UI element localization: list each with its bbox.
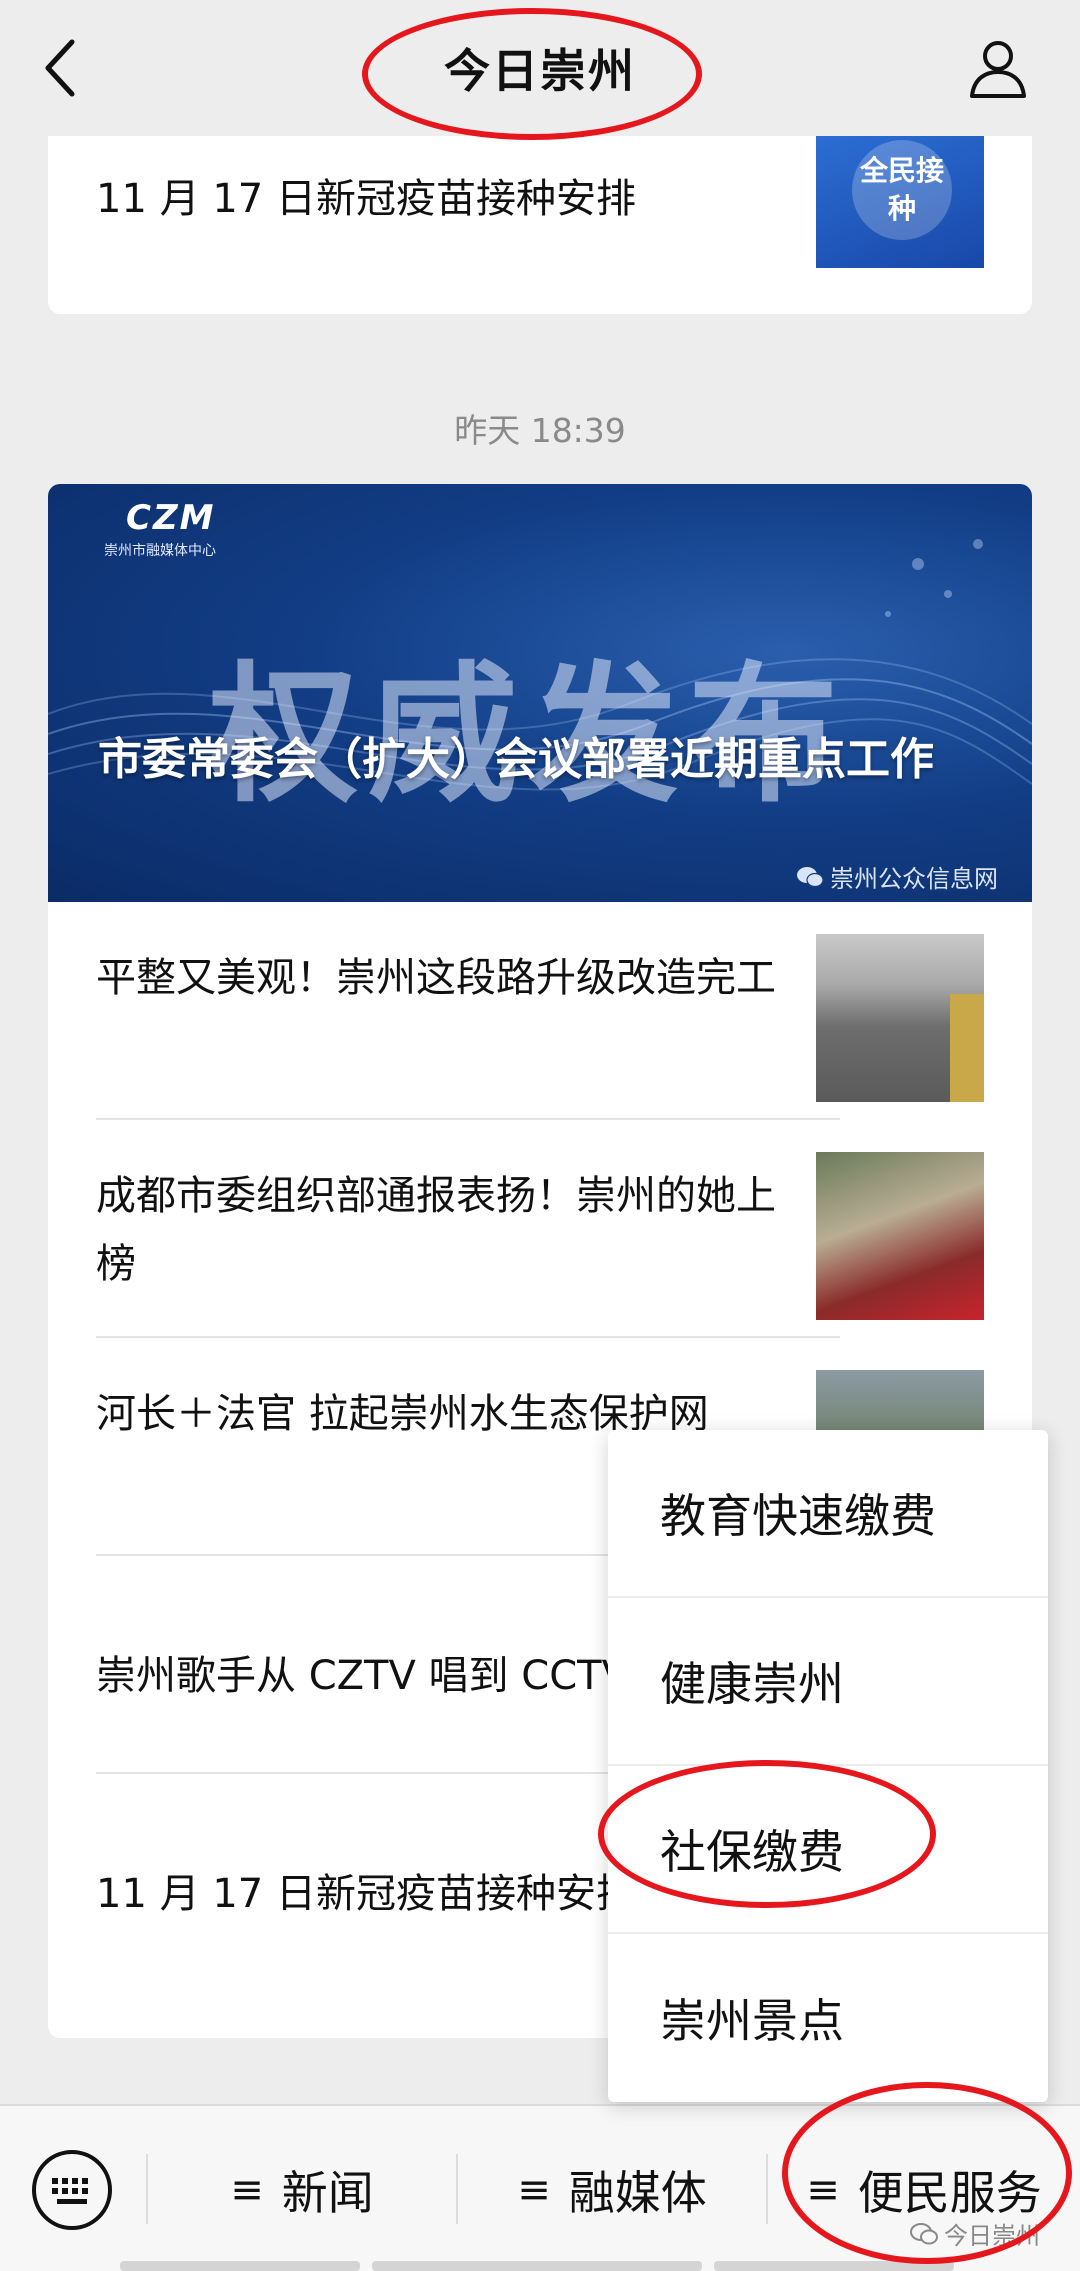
menu-button-news[interactable]: ≡ 新闻 [148, 2106, 456, 2271]
keyboard-icon[interactable] [30, 2148, 114, 2232]
service-popup-menu: 教育快速缴费 健康崇州 社保缴费 崇州景点 [608, 1430, 1048, 2102]
article-thumbnail: 全民接种 [816, 136, 984, 268]
menu-item-scenic-spots[interactable]: 崇州景点 [608, 1934, 1048, 2102]
page: 今日崇州 11 月 17 日新冠疫苗接种安排 全民接种 昨天 18:39 CZM… [0, 0, 1080, 2271]
menu-list-icon: ≡ [230, 2166, 264, 2213]
banner-big-text: 权威发布 [208, 649, 849, 823]
article-thumbnail [816, 1152, 984, 1320]
banner-logo-subtitle: 崇州市融媒体中心 [104, 543, 216, 559]
banner-logo: CZM [126, 498, 216, 538]
menu-item-education-payment[interactable]: 教育快速缴费 [608, 1430, 1048, 1598]
article-title: 平整又美观！崇州这段路升级改造完工 [96, 955, 776, 1001]
article-title: 11 月 17 日新冠疫苗接种安排 [96, 176, 636, 222]
message-timestamp: 昨天 18:39 [454, 411, 626, 450]
article-title: 成都市委组织部通报表扬！崇州的她上榜 [96, 1173, 776, 1287]
menu-list-icon: ≡ [806, 2166, 840, 2213]
banner-source-text: 崇州公众信息网 [830, 865, 998, 893]
menu-item-health[interactable]: 健康崇州 [608, 1598, 1048, 1766]
bottom-menu-bar: ≡ 新闻 ≡ 融媒体 ≡ 便民服务 今日崇州 [0, 2104, 1080, 2271]
article-row[interactable]: 成都市委组织部通报表扬！崇州的她上榜 [48, 1120, 1032, 1338]
article-card-top[interactable]: 11 月 17 日新冠疫苗接种安排 全民接种 [48, 136, 1032, 314]
wechat-icon [797, 866, 824, 887]
page-title: 今日崇州 [444, 44, 636, 98]
banner-headline: 市委常委会（扩大）会议部署近期重点工作 [98, 734, 934, 785]
scroll-indicator [714, 2261, 954, 2271]
menu-button-label: 新闻 [281, 2165, 374, 2220]
menu-button-label: 便民服务 [857, 2165, 1042, 2220]
article-row[interactable]: 平整又美观！崇州这段路升级改造完工 [48, 902, 1032, 1120]
menu-button-media[interactable]: ≡ 融媒体 [458, 2106, 766, 2271]
scroll-indicator [372, 2261, 702, 2271]
watermark: 今日崇州 [910, 2216, 1040, 2251]
back-arrow-icon[interactable] [40, 36, 80, 100]
menu-list-icon: ≡ [517, 2166, 551, 2213]
profile-icon[interactable] [966, 36, 1030, 100]
menu-button-label: 融媒体 [568, 2165, 707, 2220]
headline-banner[interactable]: CZM 崇州市融媒体中心 权威发布 市委常委会（扩大）会议部署近期重点工作 崇州… [48, 484, 1032, 902]
menu-item-social-security-payment[interactable]: 社保缴费 [608, 1766, 1048, 1934]
watermark-text: 今日崇州 [944, 2222, 1040, 2250]
banner-source: 崇州公众信息网 [796, 859, 998, 894]
header-bar: 今日崇州 [0, 0, 1080, 136]
thumbnail-text: 全民接种 [852, 140, 952, 240]
scroll-indicator [120, 2261, 360, 2271]
article-thumbnail [816, 934, 984, 1102]
wechat-icon [910, 2222, 938, 2244]
